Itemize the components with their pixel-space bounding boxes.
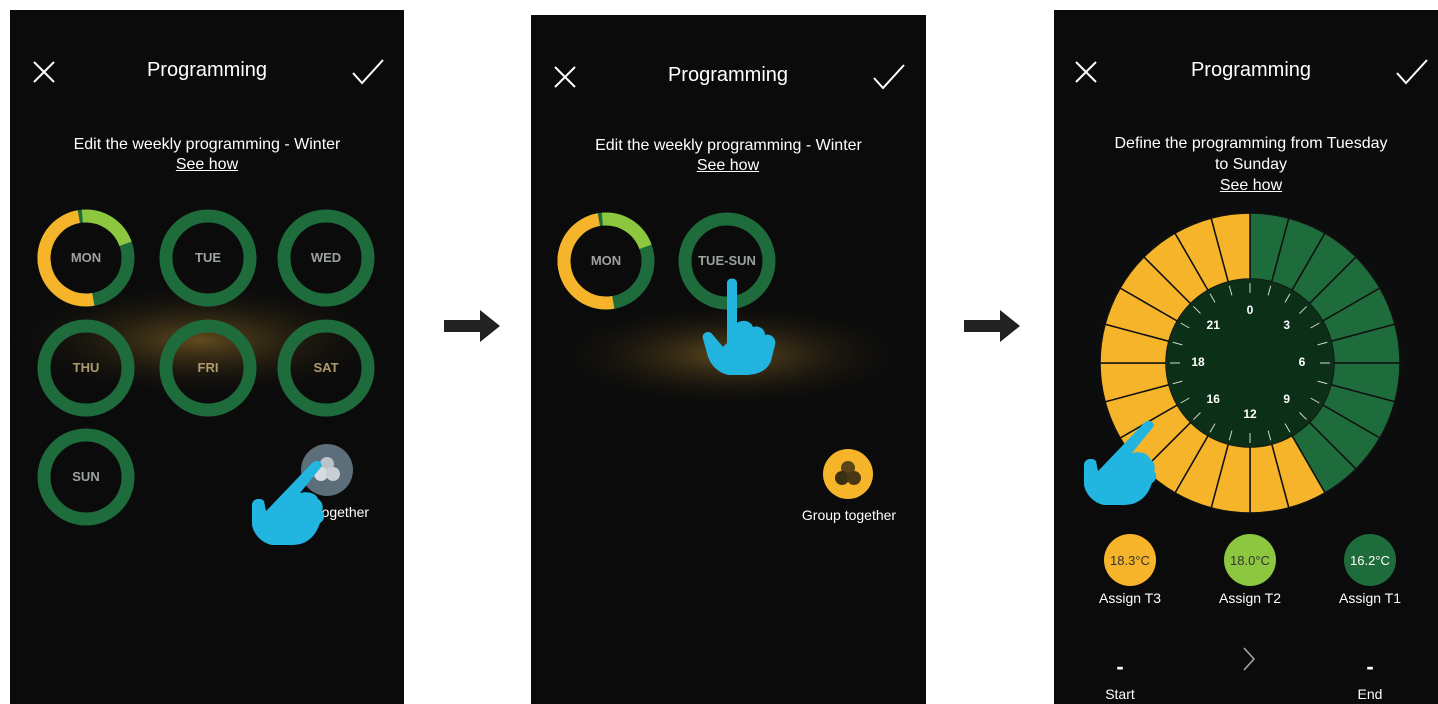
screen-programming-days: Programming Edit the weekly programming … [10, 10, 404, 704]
see-how-link[interactable]: See how [678, 157, 778, 175]
dial-hour-label: 18 [1191, 355, 1205, 369]
close-icon[interactable] [1070, 56, 1102, 88]
day-label: THU [72, 360, 100, 375]
dial-hour-label: 9 [1283, 391, 1291, 406]
day-label: WED [310, 250, 342, 265]
dial-hour-label: 6 [1298, 355, 1306, 369]
day-label: MON [70, 250, 102, 265]
end-label: End [1357, 686, 1383, 702]
day-ring-fri[interactable]: FRI [158, 318, 258, 418]
temp-t1-chip[interactable]: 16.2°C [1344, 534, 1396, 586]
arrow-right-icon [444, 310, 500, 342]
group-icon [835, 461, 861, 485]
screen-programming-define: Programming Define the programming from … [1054, 10, 1438, 704]
page-title: Programming [146, 59, 268, 81]
dial-hour-label: 12 [1243, 407, 1257, 421]
day-ring-sun[interactable]: SUN [36, 427, 136, 527]
assign-t1-label: Assign T1 [1339, 590, 1401, 606]
see-how-link[interactable]: See how [157, 156, 257, 174]
subtitle: Edit the weekly programming - Winter [73, 136, 341, 153]
temp-t2-chip[interactable]: 18.0°C [1224, 534, 1276, 586]
subtitle: Edit the weekly programming - Winter [595, 137, 862, 154]
day-label: SUN [72, 469, 100, 484]
hand-pointer-icon [702, 278, 776, 375]
day-ring-wed[interactable]: WED [276, 208, 376, 308]
day-ring-mon[interactable]: MON [556, 211, 656, 311]
group-together-button[interactable] [823, 449, 873, 499]
see-how-link[interactable]: See how [1201, 177, 1301, 195]
subtitle-line-1: Define the programming from Tuesday [1114, 135, 1388, 152]
temp-value: 18.0°C [1230, 552, 1270, 568]
day-label: MON [590, 253, 622, 268]
close-icon[interactable] [28, 56, 60, 88]
check-icon[interactable] [871, 61, 907, 93]
group-together-label: Group together [801, 507, 897, 523]
temp-t3-chip[interactable]: 18.3°C [1104, 534, 1156, 586]
day-ring-sat[interactable]: SAT [276, 318, 376, 418]
day-ring-tue[interactable]: TUE [158, 208, 258, 308]
temp-value: 18.3°C [1110, 552, 1150, 568]
temp-value: 16.2°C [1350, 552, 1390, 568]
assign-t2-label: Assign T2 [1219, 590, 1281, 606]
hand-pointer-icon [252, 460, 325, 545]
assign-t3-label: Assign T3 [1099, 590, 1161, 606]
page-title: Programming [1190, 59, 1312, 81]
day-label: FRI [197, 360, 219, 375]
dial-hour-label: 16 [1206, 391, 1220, 406]
dial-hour-label: 0 [1246, 303, 1254, 317]
check-icon[interactable] [1394, 56, 1430, 88]
end-value: - [1366, 654, 1374, 679]
day-label: TUE-SUN [698, 253, 756, 268]
day-ring-mon[interactable]: MON [36, 208, 136, 308]
check-icon[interactable] [350, 56, 386, 88]
hand-pointer-icon [1084, 420, 1157, 505]
day-label: SAT [313, 360, 339, 375]
page-title: Programming [667, 64, 789, 86]
subtitle-line-2: to Sunday [1214, 156, 1288, 173]
day-ring-thu[interactable]: THU [36, 318, 136, 418]
dial-hour-label: 3 [1283, 318, 1291, 333]
screen-programming-grouped: Programming Edit the weekly programming … [531, 15, 926, 704]
start-value: - [1116, 654, 1124, 679]
day-label: TUE [195, 250, 221, 265]
dial-hour-label: 21 [1206, 318, 1220, 333]
start-label: Start [1105, 686, 1135, 702]
close-icon[interactable] [549, 61, 581, 93]
arrow-right-icon [964, 310, 1020, 342]
chevron-right-icon[interactable] [1234, 644, 1264, 674]
